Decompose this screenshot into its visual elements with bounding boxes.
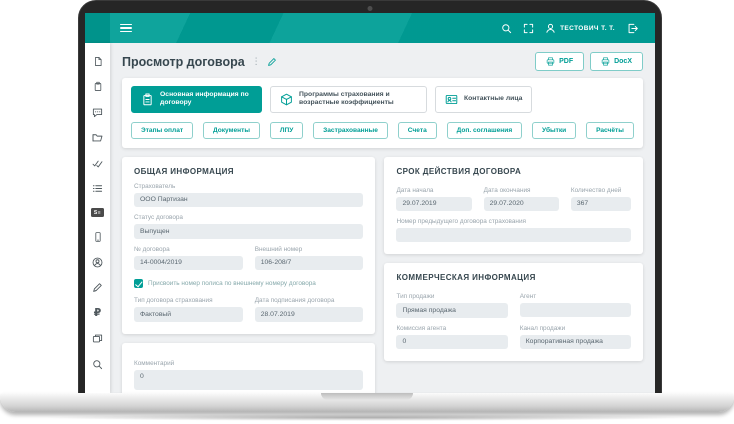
form-panels: ОБЩАЯ ИНФОРМАЦИЯ Страхователь ООО Партиз… <box>122 156 643 393</box>
insurer-field[interactable]: ООО Партизан <box>134 192 364 208</box>
start-date-field[interactable]: 29.07.2019 <box>396 196 472 212</box>
subtab-calculations[interactable]: Расчёты <box>586 121 634 139</box>
subtab-agreements[interactable]: Доп. соглашения <box>446 121 523 139</box>
general-info-card: ОБЩАЯ ИНФОРМАЦИЯ Страхователь ООО Партиз… <box>122 156 376 334</box>
sale-type-field[interactable]: Прямая продажа <box>396 303 508 318</box>
subtab-documents[interactable]: Документы <box>202 121 261 139</box>
subtab-payment-stages[interactable]: Этапы оплат <box>131 121 194 139</box>
sale-channel-field[interactable]: Корпоративная продажа <box>519 334 631 350</box>
cube-icon <box>281 93 292 106</box>
search-icon[interactable] <box>495 17 517 39</box>
sm-badge-icon[interactable]: S≡ <box>91 208 104 217</box>
page-header: Просмотр договора ⋮ PDF DocX <box>110 43 655 78</box>
clipboard-icon[interactable] <box>92 81 104 93</box>
page-title: Просмотр договора <box>122 54 245 69</box>
field-label: Страхователь <box>134 182 176 190</box>
field-label: Комиссия агента <box>396 324 447 332</box>
comment-card: Комментарий 0 <box>122 342 376 393</box>
laptop-mockup: ТЕСТОВИЧ Т. Т. S≡ ₽ Просмотр договора ⋮ … <box>0 0 734 424</box>
app-screen: ТЕСТОВИЧ Т. Т. S≡ ₽ Просмотр договора ⋮ … <box>85 13 655 393</box>
print-docx-button[interactable]: DocX <box>590 52 643 71</box>
logout-icon[interactable] <box>621 17 643 39</box>
external-number-field[interactable]: 106-208/7 <box>254 255 364 271</box>
field-label: № договора <box>134 245 170 253</box>
chat-icon[interactable] <box>92 106 104 118</box>
field-label: Тип продажи <box>396 293 435 301</box>
sidebar: S≡ ₽ <box>85 43 110 393</box>
main-tabs: Основная информация по договору Программ… <box>131 86 634 113</box>
webcam-dot <box>367 6 373 11</box>
subtab-accounts[interactable]: Счета <box>397 121 437 139</box>
field-label: Агент <box>519 293 537 301</box>
field-label: Количество дней <box>570 186 622 194</box>
field-label: Статус договора <box>134 214 183 222</box>
kebab-menu-icon[interactable]: ⋮ <box>252 56 261 67</box>
person-icon <box>546 23 555 33</box>
edit-icon[interactable] <box>267 57 277 67</box>
field-label: Дата начала <box>396 186 434 194</box>
field-label: Комментарий <box>134 359 175 367</box>
laptop-shadow <box>40 414 694 421</box>
search-icon[interactable] <box>92 358 104 370</box>
previous-contract-field[interactable] <box>396 228 631 243</box>
account-icon[interactable] <box>92 256 104 268</box>
tab-contact-persons[interactable]: Контактные лица <box>435 86 533 113</box>
agent-commission-field[interactable]: 0 <box>396 334 508 350</box>
contract-type-field[interactable]: Фактовый <box>134 307 243 322</box>
laptop-base-notch <box>321 393 413 400</box>
days-count-field[interactable]: 367 <box>570 196 631 212</box>
sign-date-field[interactable]: 28.07.2019 <box>254 307 364 322</box>
contract-status-field[interactable]: Выпущен <box>134 224 364 239</box>
phone-icon[interactable] <box>92 231 104 243</box>
list-icon[interactable] <box>92 183 104 195</box>
section-title: ОБЩАЯ ИНФОРМАЦИЯ <box>134 166 234 176</box>
field-label: Номер предыдущего договора страхования <box>396 218 526 226</box>
field-label: Внешний номер <box>254 245 303 253</box>
subtab-lpu[interactable]: ЛПУ <box>269 121 304 139</box>
user-name: ТЕСТОВИЧ Т. Т. <box>560 24 615 32</box>
tab-main-info[interactable]: Основная информация по договору <box>131 86 262 113</box>
folder-icon[interactable] <box>92 132 104 144</box>
double-check-icon[interactable] <box>92 157 104 169</box>
printer-icon <box>601 57 610 66</box>
document-icon[interactable] <box>92 55 104 67</box>
checkbox-label: Присвоить номер полиса по внешнему номер… <box>148 280 316 288</box>
topbar: ТЕСТОВИЧ Т. Т. <box>85 13 655 43</box>
field-label: Дата подписания договора <box>254 297 335 305</box>
tab-insurance-programs[interactable]: Программы страхования и возрастные коэфф… <box>270 86 427 113</box>
agent-field[interactable] <box>519 303 631 318</box>
printer-icon <box>546 57 555 66</box>
pen-icon[interactable] <box>92 282 104 294</box>
id-card-icon <box>445 94 458 105</box>
print-pdf-button[interactable]: PDF <box>535 52 585 71</box>
sidebar-header-block <box>85 13 110 43</box>
section-title: СРОК ДЕЙСТВИЯ ДОГОВОРА <box>396 166 522 176</box>
fullscreen-icon[interactable] <box>517 17 539 39</box>
end-date-field[interactable]: 29.07.2020 <box>483 196 559 212</box>
main-content: Просмотр договора ⋮ PDF DocX Основная ин… <box>110 43 655 393</box>
sub-tabs: Этапы оплат Документы ЛПУ Застрахованные… <box>131 121 634 139</box>
subtab-insured[interactable]: Застрахованные <box>313 121 388 139</box>
contract-number-field[interactable]: 14-0004/2019 <box>134 255 243 271</box>
tabs-card: Основная информация по договору Программ… <box>122 78 643 148</box>
subtab-losses[interactable]: Убытки <box>532 121 577 139</box>
user-menu[interactable]: ТЕСТОВИЧ Т. Т. <box>545 23 615 34</box>
field-label: Дата окончания <box>483 186 531 194</box>
clipboard-icon <box>143 93 152 106</box>
laptop-base <box>0 393 734 412</box>
contract-term-card: СРОК ДЕЙСТВИЯ ДОГОВОРА Дата начала 29.07… <box>384 156 643 255</box>
comment-field[interactable]: 0 <box>134 369 364 390</box>
ruble-icon[interactable]: ₽ <box>92 307 104 319</box>
commercial-info-card: КОММЕРЧЕСКАЯ ИНФОРМАЦИЯ Тип продажи Прям… <box>384 263 643 362</box>
section-title: КОММЕРЧЕСКАЯ ИНФОРМАЦИЯ <box>396 273 536 283</box>
hamburger-menu-icon[interactable] <box>120 22 132 35</box>
field-label: Канал продажи <box>519 324 566 332</box>
field-label: Тип договора страхования <box>134 297 213 305</box>
assign-policy-number-checkbox[interactable]: Присвоить номер полиса по внешнему номер… <box>134 279 363 289</box>
copy-icon[interactable] <box>92 333 104 345</box>
checkbox-checked-icon <box>134 279 143 289</box>
